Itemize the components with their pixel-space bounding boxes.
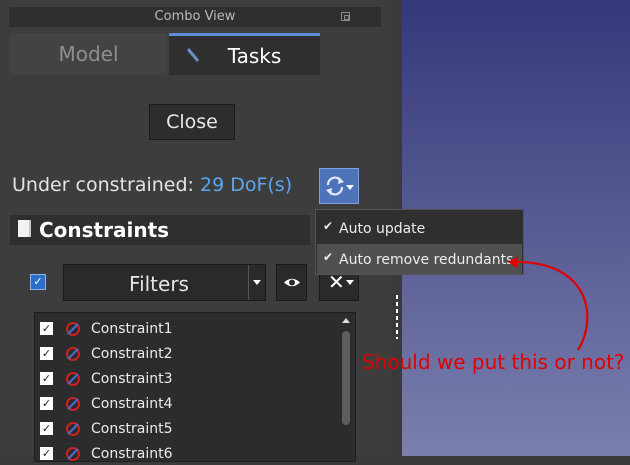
- constraint-icon: [66, 372, 80, 386]
- constraint-icon: [66, 322, 80, 336]
- checkmark-icon: ✔: [323, 219, 334, 233]
- chevron-down-icon: [253, 280, 261, 285]
- update-menu-button[interactable]: [319, 168, 359, 204]
- filters-dropdown[interactable]: Filters: [63, 264, 266, 301]
- list-item[interactable]: ✓ Constraint2: [35, 341, 335, 365]
- item-checkbox[interactable]: ✓: [40, 397, 53, 410]
- tab-tasks[interactable]: Tasks: [169, 33, 320, 75]
- constraint-icon: [66, 347, 80, 361]
- checkmark-icon: ✔: [323, 250, 334, 264]
- constraint-icon: [66, 397, 80, 411]
- annotation-note: Should we put this or not?: [362, 350, 625, 374]
- item-label: Constraint1: [91, 321, 173, 337]
- menu-item-auto-update[interactable]: ✔ Auto update: [317, 213, 522, 243]
- tab-bar: Model Tasks: [10, 33, 320, 75]
- panel-title: Combo View: [154, 9, 236, 24]
- refresh-icon: [326, 176, 344, 196]
- visibility-button[interactable]: [276, 264, 307, 301]
- select-all-checkbox[interactable]: ✓: [30, 274, 46, 290]
- item-label: Constraint5: [91, 421, 173, 437]
- item-checkbox[interactable]: ✓: [40, 447, 53, 460]
- list-item[interactable]: ✓ Constraint1: [35, 316, 335, 340]
- list-item[interactable]: ✓ Constraint6: [35, 441, 335, 465]
- item-checkbox[interactable]: ✓: [40, 372, 53, 385]
- constraints-section-header[interactable]: Constraints: [10, 215, 310, 245]
- list-item[interactable]: ✓ Constraint3: [35, 366, 335, 390]
- item-label: Constraint2: [91, 346, 173, 362]
- item-checkbox[interactable]: ✓: [40, 422, 53, 435]
- splitter-grip[interactable]: [396, 295, 398, 339]
- menu-item-label: Auto remove redundants: [339, 252, 514, 268]
- float-panel-icon[interactable]: [341, 12, 350, 21]
- tab-model-label: Model: [58, 42, 119, 66]
- tab-tasks-label: Tasks: [227, 43, 282, 68]
- list-item[interactable]: ✓ Constraint4: [35, 391, 335, 415]
- list-item[interactable]: ✓ Constraint5: [35, 416, 335, 440]
- constraint-icon: [66, 447, 80, 461]
- constraint-list: ✓ Constraint1 ✓ Constraint2 ✓ Constraint…: [34, 312, 356, 462]
- chevron-down-icon: [346, 185, 354, 190]
- document-icon: [18, 220, 31, 237]
- item-label: Constraint6: [91, 446, 173, 462]
- dof-link[interactable]: 29 DoF(s): [200, 174, 292, 196]
- scroll-up-icon[interactable]: [342, 318, 350, 323]
- scrollbar-thumb[interactable]: [342, 331, 350, 425]
- constraint-status: Under constrained: 29 DoF(s): [12, 174, 292, 196]
- panel-title-bar: Combo View: [9, 7, 381, 27]
- eye-icon: [284, 278, 300, 287]
- update-options-menu: ✔ Auto update ✔ Auto remove redundants: [315, 209, 524, 275]
- close-button[interactable]: Close: [149, 104, 235, 140]
- filters-label: Filters: [129, 272, 189, 296]
- menu-item-auto-remove-redundants[interactable]: ✔ Auto remove redundants: [317, 244, 522, 274]
- item-checkbox[interactable]: ✓: [40, 347, 53, 360]
- list-scrollbar[interactable]: [340, 316, 352, 458]
- filters-separator: [248, 265, 249, 300]
- constraints-title: Constraints: [39, 218, 170, 242]
- status-text: Under constrained:: [12, 174, 200, 196]
- constraint-icon: [66, 422, 80, 436]
- item-label: Constraint4: [91, 396, 173, 412]
- item-checkbox[interactable]: ✓: [40, 322, 53, 335]
- tasks-pencil-icon: [186, 48, 200, 62]
- chevron-down-icon: [346, 280, 354, 285]
- item-label: Constraint3: [91, 371, 173, 387]
- menu-item-label: Auto update: [339, 221, 426, 237]
- tab-model[interactable]: Model: [10, 33, 167, 75]
